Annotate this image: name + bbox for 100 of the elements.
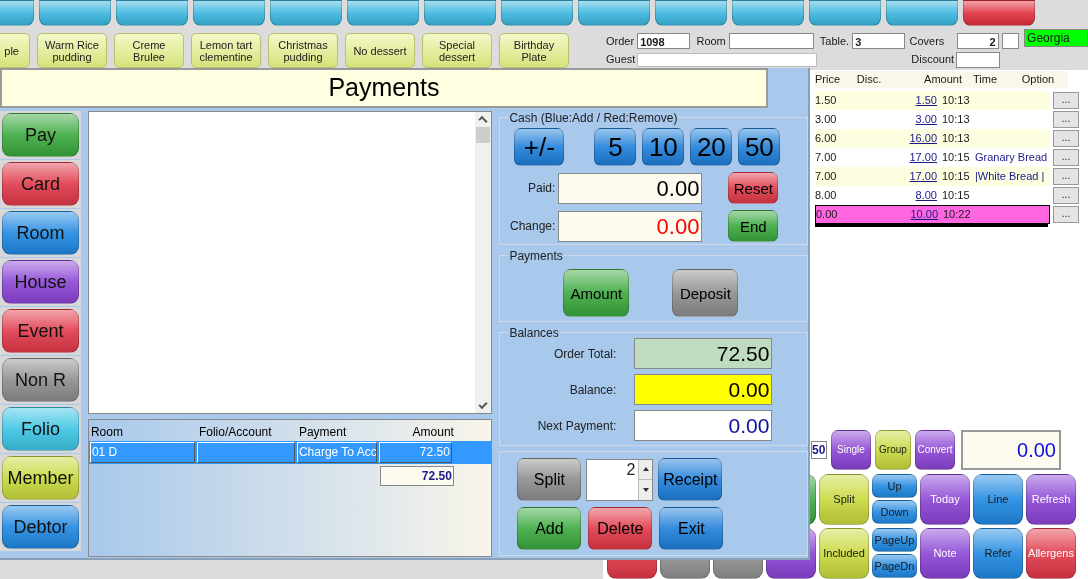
toolbar-button[interactable] — [809, 0, 881, 26]
field-label: Table. — [819, 33, 850, 49]
input-field[interactable]: 0.00 — [634, 410, 773, 441]
button[interactable]: Allergens — [1026, 528, 1076, 579]
button[interactable]: Note — [920, 528, 970, 579]
dessert-button[interactable]: Special dessert — [422, 33, 492, 68]
up-arrow-icon[interactable] — [642, 467, 649, 471]
toolbar-button[interactable] — [732, 0, 804, 26]
button[interactable]: Receipt — [658, 458, 723, 501]
dessert-button[interactable]: Birthday Plate — [499, 33, 569, 68]
button[interactable]: Up — [872, 474, 917, 498]
input-field[interactable]: 72.50 — [634, 338, 773, 369]
field-label: Paid: — [527, 180, 557, 197]
button[interactable]: Exit — [659, 507, 724, 550]
more-button[interactable]: ... — [1053, 148, 1079, 166]
field-label: Room — [696, 33, 726, 49]
button[interactable]: House — [2, 260, 79, 304]
button[interactable]: Single — [831, 430, 871, 471]
spin-up-button[interactable] — [639, 459, 653, 480]
button[interactable]: Split — [819, 474, 869, 525]
table-cell-text: 1.50 — [815, 92, 838, 108]
dessert-button[interactable]: Christmas pudding — [268, 33, 338, 68]
table-cell-text: |White Bread | — [975, 168, 1045, 184]
down-arrow-icon[interactable] — [642, 487, 649, 492]
more-button[interactable]: ... — [1053, 186, 1079, 204]
button[interactable]: Deposit — [672, 269, 739, 317]
toolbar-button[interactable] — [578, 0, 650, 26]
button[interactable]: Add — [517, 507, 582, 550]
more-button[interactable]: ... — [1053, 91, 1079, 109]
field-label: Covers — [909, 33, 946, 49]
input-field[interactable] — [637, 52, 818, 67]
scrollbar-thumb[interactable] — [476, 127, 491, 143]
input-field[interactable]: 0.00 — [558, 172, 703, 204]
toolbar-button[interactable] — [347, 0, 419, 26]
button[interactable]: Pay — [2, 113, 79, 157]
button[interactable]: 5 — [594, 128, 637, 166]
table-cell-text: 8.00 — [815, 187, 838, 203]
button[interactable]: PageUp — [872, 528, 917, 552]
toolbar-button[interactable] — [886, 0, 958, 26]
waiter-badge: Georgia — [1024, 28, 1088, 47]
toolbar-button[interactable] — [963, 0, 1035, 26]
button[interactable]: PageDn — [872, 554, 917, 578]
button[interactable]: End — [728, 210, 779, 242]
table-cell-text: 7.00 — [815, 149, 838, 165]
toolbar-button[interactable] — [501, 0, 573, 26]
button[interactable]: +/- — [514, 128, 565, 166]
button[interactable]: Today — [920, 474, 970, 525]
table-cell-text: 3.00 — [815, 111, 838, 127]
button[interactable]: Delete — [588, 507, 653, 550]
input-field[interactable]: 0.00 — [961, 430, 1061, 471]
button[interactable]: 20 — [690, 128, 733, 166]
column-header: Time — [962, 71, 1008, 88]
button[interactable]: Reset — [728, 172, 779, 204]
button[interactable]: Non R — [2, 358, 79, 402]
input-field[interactable]: 0.00 — [558, 210, 703, 242]
button[interactable]: Event — [2, 309, 79, 353]
more-button[interactable]: ... — [1053, 205, 1079, 223]
spinner-field[interactable]: 2 — [586, 458, 654, 501]
input-field[interactable]: 2 — [956, 32, 999, 49]
more-button[interactable]: ... — [1053, 110, 1079, 128]
more-button[interactable]: ... — [1053, 167, 1079, 185]
button[interactable]: Member — [2, 456, 79, 500]
toolbar-button[interactable] — [424, 0, 496, 26]
button[interactable]: Debtor — [2, 505, 79, 549]
dessert-button[interactable]: Lemon tart clementine — [191, 33, 261, 68]
button[interactable]: Folio — [2, 407, 79, 451]
button[interactable]: Line — [973, 474, 1023, 525]
input-field[interactable]: 3 — [852, 32, 905, 49]
window-title: Payments — [0, 68, 768, 108]
toolbar-button[interactable] — [193, 0, 265, 26]
input-field[interactable]: 1098 — [637, 32, 691, 49]
button[interactable]: Included — [819, 528, 869, 579]
toolbar-button[interactable] — [39, 0, 111, 26]
button[interactable]: Amount — [563, 269, 630, 317]
input-field[interactable] — [728, 32, 814, 49]
dessert-button[interactable]: No dessert — [345, 33, 415, 68]
button[interactable]: Card — [2, 162, 79, 206]
more-button[interactable]: ... — [1053, 129, 1079, 147]
input-field[interactable]: 0.00 — [634, 374, 773, 405]
button[interactable]: Down — [872, 500, 917, 524]
button[interactable]: 10 — [642, 128, 685, 166]
scrollbar[interactable] — [475, 112, 492, 413]
input-field[interactable] — [1001, 32, 1020, 49]
order-row[interactable]: 1.50 1.50 10:13 — [815, 90, 1050, 110]
dessert-button[interactable]: Creme Brulee — [114, 33, 184, 68]
toolbar-button[interactable] — [270, 0, 342, 26]
button[interactable]: Room — [2, 211, 79, 255]
button[interactable]: Group — [875, 430, 911, 471]
dessert-button[interactable]: ple — [0, 33, 30, 68]
button[interactable]: Refresh — [1026, 474, 1076, 525]
toolbar-button[interactable] — [116, 0, 188, 26]
button[interactable]: Refer — [973, 528, 1023, 579]
total-field: 72.50 — [379, 466, 454, 486]
dessert-button[interactable]: Warm Rice pudding — [37, 33, 107, 68]
button[interactable]: Convert — [915, 430, 955, 471]
table-cell-text: 10:15 — [942, 187, 971, 203]
button[interactable]: Split — [517, 458, 582, 501]
input-field[interactable] — [956, 51, 1001, 68]
toolbar-button[interactable] — [655, 0, 727, 26]
button[interactable]: 50 — [738, 128, 781, 166]
